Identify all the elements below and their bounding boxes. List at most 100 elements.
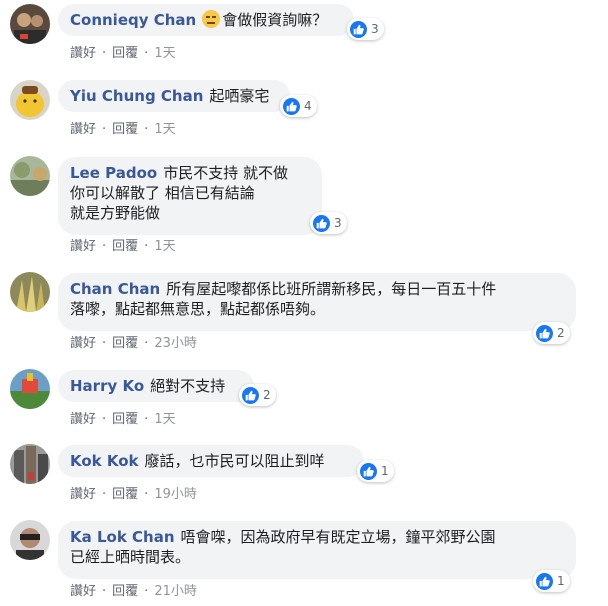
comment-timestamp[interactable]: 1天	[154, 412, 175, 427]
like-icon	[536, 324, 553, 342]
expressionless-emoji	[202, 10, 221, 28]
separator: ·	[102, 46, 107, 61]
comment-bubble: Lee Padoo 市民不支持 就不做 你可以解散了 相信已有結論 就是方野能做	[58, 157, 322, 235]
separator: ·	[102, 336, 107, 351]
comment-actions: 讚好 · 回覆 · 1天	[70, 412, 176, 428]
reply-button[interactable]: 回覆	[112, 122, 138, 137]
avatar[interactable]	[10, 156, 50, 196]
comment-text: 廢話，乜市民可以阻止到咩	[144, 452, 325, 470]
separator: ·	[102, 412, 107, 427]
comment-text-line-2: 已經上晒時間表。	[70, 548, 191, 566]
comment-text-line-2: 你可以解散了 相信已有結論	[70, 184, 255, 202]
like-count: 2	[557, 326, 565, 340]
comment-bubble: Yiu Chung Chan 起哂豪宅	[58, 80, 290, 112]
comment-actions: 讚好 · 回覆 · 21小時	[70, 584, 197, 600]
comment-bubble: Kok Kok 廢話，乜市民可以阻止到咩	[58, 445, 364, 477]
separator: ·	[144, 239, 149, 254]
like-button[interactable]: 讚好	[70, 46, 96, 61]
comment-author[interactable]: Chan Chan	[70, 280, 160, 298]
like-count: 3	[334, 216, 342, 230]
like-button[interactable]: 讚好	[70, 412, 96, 427]
avatar-image	[10, 444, 50, 484]
comment-actions: 讚好 · 回覆 · 1天	[70, 122, 176, 138]
comment-author[interactable]: Harry Ko	[70, 377, 144, 395]
like-icon	[536, 572, 553, 590]
reply-button[interactable]: 回覆	[112, 336, 138, 351]
avatar-image	[10, 80, 50, 120]
reply-button[interactable]: 回覆	[112, 584, 138, 599]
separator: ·	[144, 412, 149, 427]
reply-button[interactable]: 回覆	[112, 239, 138, 254]
reaction-count[interactable]: 1	[533, 570, 570, 592]
comment-author[interactable]: Yiu Chung Chan	[70, 87, 203, 105]
avatar[interactable]	[10, 369, 50, 409]
avatar-image	[10, 369, 50, 409]
avatar[interactable]	[10, 444, 50, 484]
separator: ·	[144, 336, 149, 351]
like-count: 4	[304, 99, 312, 113]
reply-button[interactable]: 回覆	[112, 412, 138, 427]
like-button[interactable]: 讚好	[70, 122, 96, 137]
comment-timestamp[interactable]: 1天	[154, 122, 175, 137]
comment-text: 會做假資詢嘛？	[222, 11, 328, 29]
comment-timestamp[interactable]: 19小時	[154, 487, 197, 502]
avatar-image	[10, 520, 50, 560]
comment-bubble: Chan Chan 所有屋起嚟都係比班所謂新移民，每日一百五十件 落嚟，點起都無意…	[58, 273, 576, 331]
comment-timestamp[interactable]: 1天	[154, 239, 175, 254]
avatar[interactable]	[10, 272, 50, 312]
comment-text-line-1: 所有屋起嚟都係比班所謂新移民，每日一百五十件	[166, 280, 497, 298]
like-count: 3	[371, 22, 379, 36]
comment-author[interactable]: Connieqy Chan	[70, 11, 196, 29]
comment-timestamp[interactable]: 21小時	[154, 584, 197, 599]
comment-author[interactable]: Kok Kok	[70, 452, 139, 470]
reply-button[interactable]: 回覆	[112, 46, 138, 61]
comment-text-line-3: 就是方野能做	[70, 204, 161, 222]
avatar[interactable]	[10, 520, 50, 560]
avatar[interactable]	[10, 4, 50, 44]
like-icon	[350, 20, 367, 38]
like-button[interactable]: 讚好	[70, 239, 96, 254]
like-icon	[313, 214, 330, 232]
comment-actions: 讚好 · 回覆 · 23小時	[70, 336, 197, 352]
separator: ·	[144, 122, 149, 137]
avatar-image	[10, 156, 50, 196]
comment-author[interactable]: Lee Padoo	[70, 164, 157, 182]
like-button[interactable]: 讚好	[70, 584, 96, 599]
like-count: 1	[557, 574, 565, 588]
comment-author[interactable]: Ka Lok Chan	[70, 528, 175, 546]
reaction-count[interactable]: 2	[239, 384, 276, 406]
separator: ·	[144, 584, 149, 599]
avatar-image	[10, 272, 50, 312]
comment-text-line-1: 市民不支持 就不做	[163, 164, 288, 182]
like-icon	[283, 97, 300, 115]
comment-actions: 讚好 · 回覆 · 1天	[70, 239, 176, 255]
reaction-count[interactable]: 4	[280, 95, 317, 117]
separator: ·	[144, 487, 149, 502]
reaction-count[interactable]: 3	[347, 18, 384, 40]
comment-text: 起哂豪宅	[209, 87, 270, 105]
comment-timestamp[interactable]: 1天	[154, 46, 175, 61]
separator: ·	[102, 487, 107, 502]
like-button[interactable]: 讚好	[70, 336, 96, 351]
avatar[interactable]	[10, 80, 50, 120]
like-icon	[360, 462, 377, 480]
separator: ·	[102, 122, 107, 137]
like-button[interactable]: 讚好	[70, 487, 96, 502]
comment-bubble: Harry Ko 絕對不支持	[58, 370, 254, 402]
comment-actions: 讚好 · 回覆 · 1天	[70, 46, 176, 62]
comment-text-line-1: 唔會㗎，因為政府早有既定立場，鐘平郊野公園	[180, 528, 496, 546]
like-count: 2	[263, 388, 271, 402]
like-icon	[242, 386, 259, 404]
comment-text-line-2: 落嚟，點起都無意思，點起都係唔夠。	[70, 300, 326, 318]
comment-actions: 讚好 · 回覆 · 19小時	[70, 487, 197, 503]
comment-timestamp[interactable]: 23小時	[154, 336, 197, 351]
separator: ·	[102, 584, 107, 599]
separator: ·	[102, 239, 107, 254]
reaction-count[interactable]: 1	[357, 460, 394, 482]
reaction-count[interactable]: 2	[533, 322, 570, 344]
separator: ·	[144, 46, 149, 61]
reaction-count[interactable]: 3	[310, 212, 347, 234]
reply-button[interactable]: 回覆	[112, 487, 138, 502]
avatar-image	[10, 4, 50, 44]
comment-bubble: Connieqy Chan 會做假資詢嘛？	[58, 4, 354, 36]
